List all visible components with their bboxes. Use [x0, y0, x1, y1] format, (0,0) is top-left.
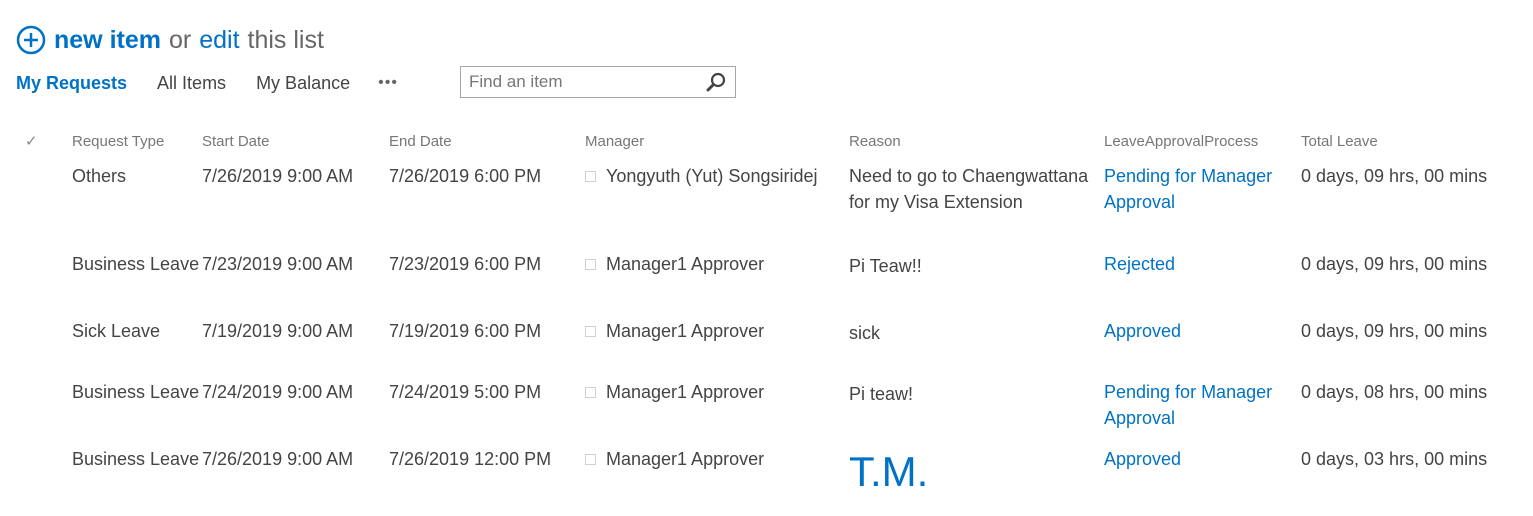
tab-my-requests[interactable]: My Requests: [16, 73, 127, 94]
approval-cell: Rejected: [1104, 251, 1301, 318]
reason-text: Pi teaw!: [849, 384, 914, 404]
reason-cell: Need to go to Chaengwattana for my Visa …: [849, 166, 1089, 212]
approval-status-link[interactable]: Approved: [1104, 449, 1181, 469]
table-row[interactable]: Sick Leave 7/19/2019 9:00 AM 7/19/2019 6…: [16, 318, 1533, 379]
view-tabs: My Requests All Items My Balance •••: [16, 66, 442, 100]
request-type-cell: Sick Leave: [72, 321, 161, 341]
manager-cell: Yongyuth (Yut) Songsiridej: [585, 158, 849, 251]
add-circle-icon[interactable]: [16, 25, 46, 55]
reason-signature-text: T.M.: [849, 448, 929, 495]
manager-cell: Manager1 Approver: [585, 251, 849, 318]
table-row[interactable]: Business Leave 7/26/2019 9:00 AM 7/26/20…: [16, 446, 1533, 506]
request-type-cell: Business Leave: [72, 254, 200, 274]
approval-cell: Pending for Manager Approval: [1104, 379, 1301, 446]
reason-cell: T.M.: [849, 446, 1104, 506]
total-leave-cell: 0 days, 03 hrs, 00 mins: [1301, 449, 1488, 469]
reason-cell: Pi Teaw!!: [849, 251, 1104, 318]
approval-status-link[interactable]: Approved: [1104, 321, 1181, 341]
presence-icon: [585, 387, 596, 398]
search-box: [460, 66, 736, 98]
row-select-cell[interactable]: [16, 379, 72, 446]
start-date-cell: 7/26/2019 9:00 AM: [202, 166, 354, 186]
column-header-total-leave[interactable]: Total Leave: [1301, 124, 1533, 158]
this-list-text: this list: [247, 25, 324, 54]
manager-name-link[interactable]: Manager1 Approver: [606, 382, 764, 402]
request-type-cell: Business Leave: [72, 449, 200, 469]
row-select-cell[interactable]: [16, 251, 72, 318]
approval-cell: Pending for Manager Approval: [1104, 158, 1301, 251]
manager-cell: Manager1 Approver: [585, 446, 849, 506]
tab-my-balance[interactable]: My Balance: [256, 73, 350, 94]
approval-status-link[interactable]: Pending for Manager Approval: [1104, 166, 1272, 212]
column-header-start-date[interactable]: Start Date: [202, 124, 389, 158]
reason-text: Pi Teaw!!: [849, 256, 922, 276]
column-header-end-date[interactable]: End Date: [389, 124, 585, 158]
start-date-cell: 7/19/2019 9:00 AM: [202, 321, 354, 341]
presence-icon: [585, 259, 596, 270]
start-date-cell: 7/23/2019 9:00 AM: [202, 254, 354, 274]
total-leave-cell: 0 days, 09 hrs, 00 mins: [1301, 166, 1488, 186]
end-date-cell: 7/19/2019 6:00 PM: [389, 321, 542, 341]
reason-text: sick: [849, 323, 880, 343]
manager-name-link[interactable]: Manager1 Approver: [606, 321, 764, 341]
start-date-cell: 7/24/2019 9:00 AM: [202, 382, 354, 402]
table-row[interactable]: Others 7/26/2019 9:00 AM 7/26/2019 6:00 …: [16, 158, 1533, 251]
total-leave-cell: 0 days, 08 hrs, 00 mins: [1301, 382, 1488, 402]
start-date-cell: 7/26/2019 9:00 AM: [202, 449, 354, 469]
row-select-cell[interactable]: [16, 318, 72, 379]
manager-name-link[interactable]: Yongyuth (Yut) Songsiridej: [606, 166, 817, 186]
requests-table: ✓ Request Type Start Date End Date Manag…: [16, 124, 1533, 506]
approval-cell: Approved: [1104, 318, 1301, 379]
row-select-cell[interactable]: [16, 446, 72, 506]
manager-name-link[interactable]: Manager1 Approver: [606, 254, 764, 274]
end-date-cell: 7/26/2019 12:00 PM: [389, 449, 552, 469]
table-row[interactable]: Business Leave 7/24/2019 9:00 AM 7/24/20…: [16, 379, 1533, 446]
table-row[interactable]: Business Leave 7/23/2019 9:00 AM 7/23/20…: [16, 251, 1533, 318]
total-leave-cell: 0 days, 09 hrs, 00 mins: [1301, 321, 1488, 341]
or-text: or: [168, 25, 192, 54]
checkmark-icon[interactable]: ✓: [25, 133, 38, 150]
tab-all-items[interactable]: All Items: [157, 73, 226, 94]
column-header-approval-process[interactable]: LeaveApprovalProcess: [1104, 124, 1301, 158]
end-date-cell: 7/26/2019 6:00 PM: [389, 166, 542, 186]
table-header-row: ✓ Request Type Start Date End Date Manag…: [16, 124, 1533, 158]
list-heading: new item or edit this list: [16, 23, 324, 57]
approval-status-link[interactable]: Rejected: [1104, 254, 1175, 274]
new-item-link[interactable]: new item: [54, 26, 161, 55]
more-views-icon[interactable]: •••: [378, 74, 398, 92]
row-select-cell[interactable]: [16, 158, 72, 251]
end-date-cell: 7/24/2019 5:00 PM: [389, 382, 542, 402]
search-input[interactable]: [461, 68, 705, 96]
reason-cell: Pi teaw!: [849, 379, 1104, 446]
total-leave-cell: 0 days, 09 hrs, 00 mins: [1301, 254, 1488, 274]
manager-name-link[interactable]: Manager1 Approver: [606, 449, 764, 469]
presence-icon: [585, 171, 596, 182]
search-icon[interactable]: [705, 71, 727, 93]
select-all-header[interactable]: ✓: [16, 124, 72, 158]
manager-cell: Manager1 Approver: [585, 318, 849, 379]
request-type-cell: Others: [72, 166, 127, 186]
edit-list-link[interactable]: edit: [199, 26, 239, 55]
approval-status-link[interactable]: Pending for Manager Approval: [1104, 382, 1272, 428]
presence-icon: [585, 454, 596, 465]
approval-cell: Approved: [1104, 446, 1301, 506]
request-type-cell: Business Leave: [72, 382, 200, 402]
column-header-manager[interactable]: Manager: [585, 124, 849, 158]
column-header-reason[interactable]: Reason: [849, 124, 1104, 158]
presence-icon: [585, 326, 596, 337]
reason-cell: sick: [849, 318, 1104, 379]
manager-cell: Manager1 Approver: [585, 379, 849, 446]
column-header-request-type[interactable]: Request Type: [72, 124, 202, 158]
end-date-cell: 7/23/2019 6:00 PM: [389, 254, 542, 274]
